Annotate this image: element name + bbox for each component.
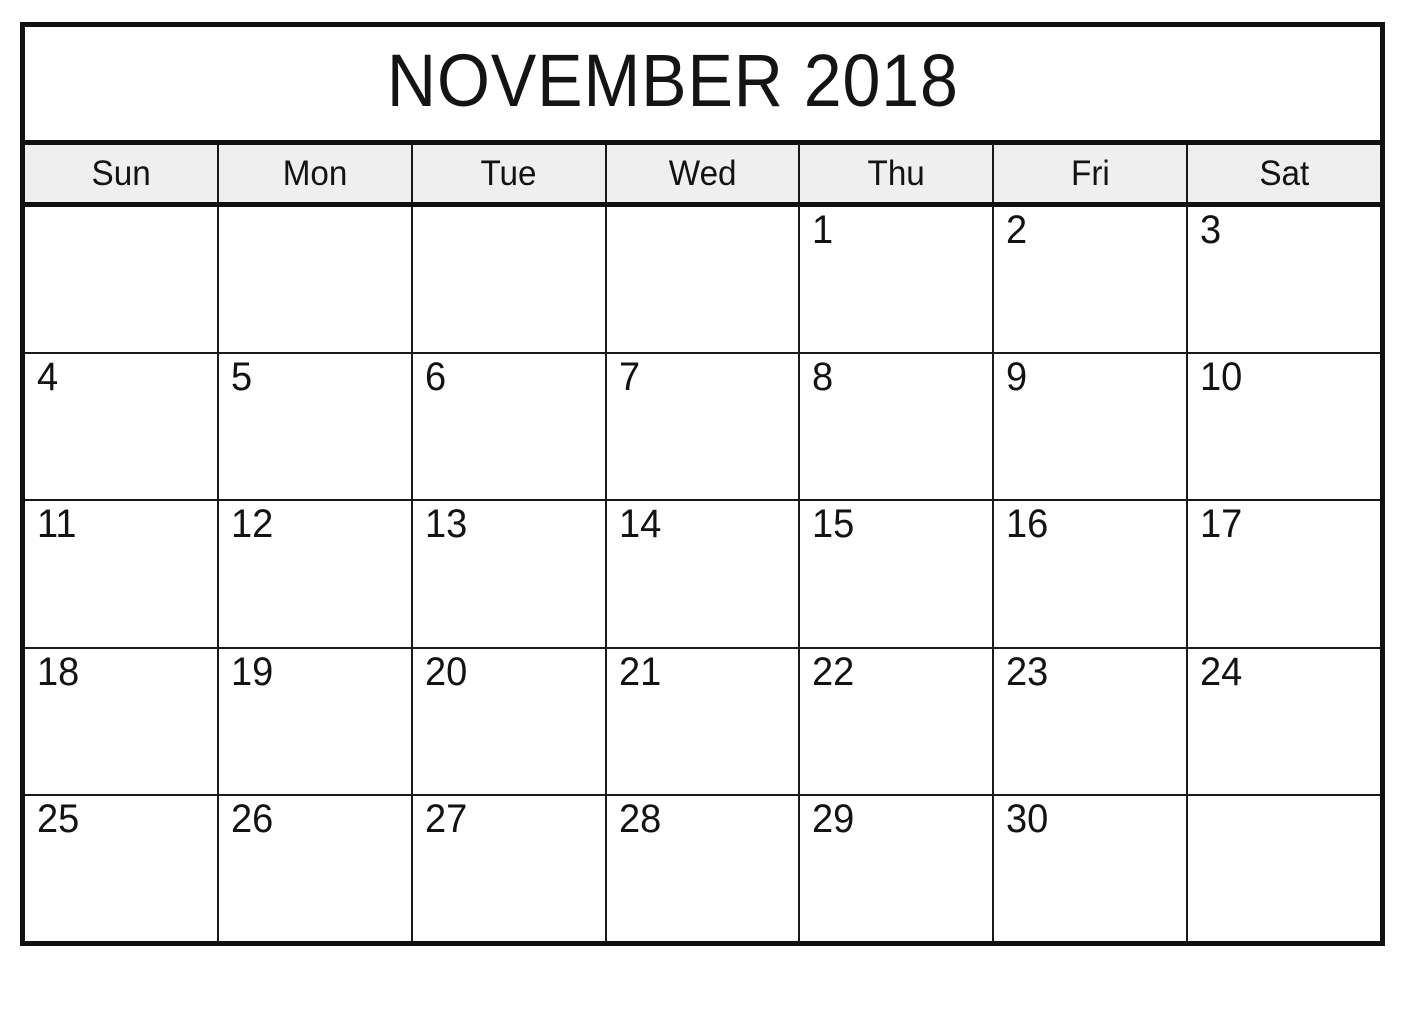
day-cell[interactable]: 18 [25,648,219,794]
day-cell[interactable]: 14 [606,501,801,647]
day-number: 21 [618,649,661,694]
day-cell[interactable]: 7 [606,354,801,500]
weekday-header-fri: Fri [994,145,1189,202]
day-cell[interactable]: 4 [25,354,219,500]
day-number: 26 [230,796,274,841]
weekday-label: Tue [480,154,537,193]
day-cell[interactable]: 23 [994,648,1189,794]
day-number: 4 [37,355,59,400]
calendar-week-row: 25 26 27 28 29 30 [25,795,1381,942]
day-number: 11 [37,502,77,547]
day-cell[interactable]: 20 [412,648,607,794]
day-cell[interactable]: 22 [800,648,995,794]
day-cell[interactable]: 19 [218,648,413,794]
day-number: 22 [812,649,855,694]
day-cell[interactable]: 16 [994,501,1189,647]
day-cell[interactable]: 1 [800,207,995,353]
day-cell[interactable]: 12 [218,501,413,647]
day-cell[interactable]: 25 [25,795,219,942]
calendar-week-row: 18 19 20 21 22 23 24 [25,648,1381,796]
day-cell[interactable]: 10 [1188,354,1381,500]
calendar-week-row: 4 5 6 7 8 9 10 [25,354,1381,502]
day-number: 8 [812,355,834,400]
day-cell[interactable]: 29 [800,795,995,942]
day-number: 30 [1006,796,1049,841]
day-cell[interactable] [1188,795,1381,942]
day-number: 28 [618,796,661,841]
weekday-label: Sun [91,154,151,193]
day-cell[interactable]: 9 [994,354,1189,500]
weekday-label: Sat [1259,154,1310,193]
weekday-header-mon: Mon [218,145,413,202]
day-cell[interactable]: 13 [412,501,607,647]
day-number: 16 [1006,502,1049,547]
day-cell[interactable]: 17 [1188,501,1381,647]
day-number: 23 [1006,649,1049,694]
weekday-label: Mon [282,154,348,193]
weekday-label: Wed [668,154,737,193]
day-number: 15 [812,502,855,547]
day-number: 7 [618,355,640,400]
day-cell[interactable]: 8 [800,354,995,500]
weekday-label: Fri [1070,154,1110,193]
weekday-header-row: Sun Mon Tue Wed Thu Fri Sat [25,145,1381,207]
calendar-page: NOVEMBER 2018 Sun Mon Tue Wed Thu Fri Sa… [0,0,1406,1026]
calendar-title-band: NOVEMBER 2018 [25,27,1380,145]
page-title: NOVEMBER 2018 [386,38,959,122]
day-number: 17 [1200,502,1243,547]
day-cell[interactable]: 3 [1188,207,1381,353]
day-number: 6 [424,355,446,400]
day-number: 3 [1200,208,1222,252]
day-number: 18 [37,649,80,694]
day-number: 29 [812,796,855,841]
calendar-week-row: 11 12 13 14 15 16 17 [25,501,1381,649]
day-cell[interactable]: 6 [412,354,607,500]
day-number: 13 [424,502,467,547]
day-number: 5 [230,355,252,400]
day-number: 24 [1200,649,1243,694]
weekday-header-sun: Sun [25,145,219,202]
day-number: 10 [1200,355,1243,400]
weekday-header-sat: Sat [1188,145,1381,202]
day-cell[interactable]: 15 [800,501,995,647]
day-number: 20 [424,649,467,694]
weekday-label: Thu [867,154,926,193]
day-number: 14 [618,502,661,547]
day-number: 2 [1006,208,1028,252]
day-cell[interactable]: 26 [218,795,413,942]
day-cell[interactable] [412,207,607,353]
day-cell[interactable]: 11 [25,501,219,647]
day-cell[interactable]: 24 [1188,648,1381,794]
day-cell[interactable]: 21 [606,648,801,794]
weekday-header-wed: Wed [606,145,801,202]
day-number: 27 [424,796,467,841]
calendar-week-row: 1 2 3 [25,207,1381,355]
calendar-grid: 1 2 3 4 5 6 7 8 9 10 11 12 13 14 15 16 1… [25,207,1381,942]
calendar-table: NOVEMBER 2018 Sun Mon Tue Wed Thu Fri Sa… [20,22,1385,946]
weekday-header-tue: Tue [412,145,607,202]
day-number: 19 [230,649,274,694]
day-cell[interactable]: 27 [412,795,607,942]
weekday-header-thu: Thu [800,145,995,202]
day-number: 12 [230,502,274,547]
day-number: 9 [1006,355,1028,400]
day-cell[interactable]: 5 [218,354,413,500]
day-number: 1 [812,208,834,252]
day-cell[interactable] [25,207,219,353]
day-cell[interactable]: 30 [994,795,1189,942]
day-cell[interactable] [606,207,801,353]
day-cell[interactable] [218,207,413,353]
day-cell[interactable]: 2 [994,207,1189,353]
day-cell[interactable]: 28 [606,795,801,942]
day-number: 25 [37,796,80,841]
